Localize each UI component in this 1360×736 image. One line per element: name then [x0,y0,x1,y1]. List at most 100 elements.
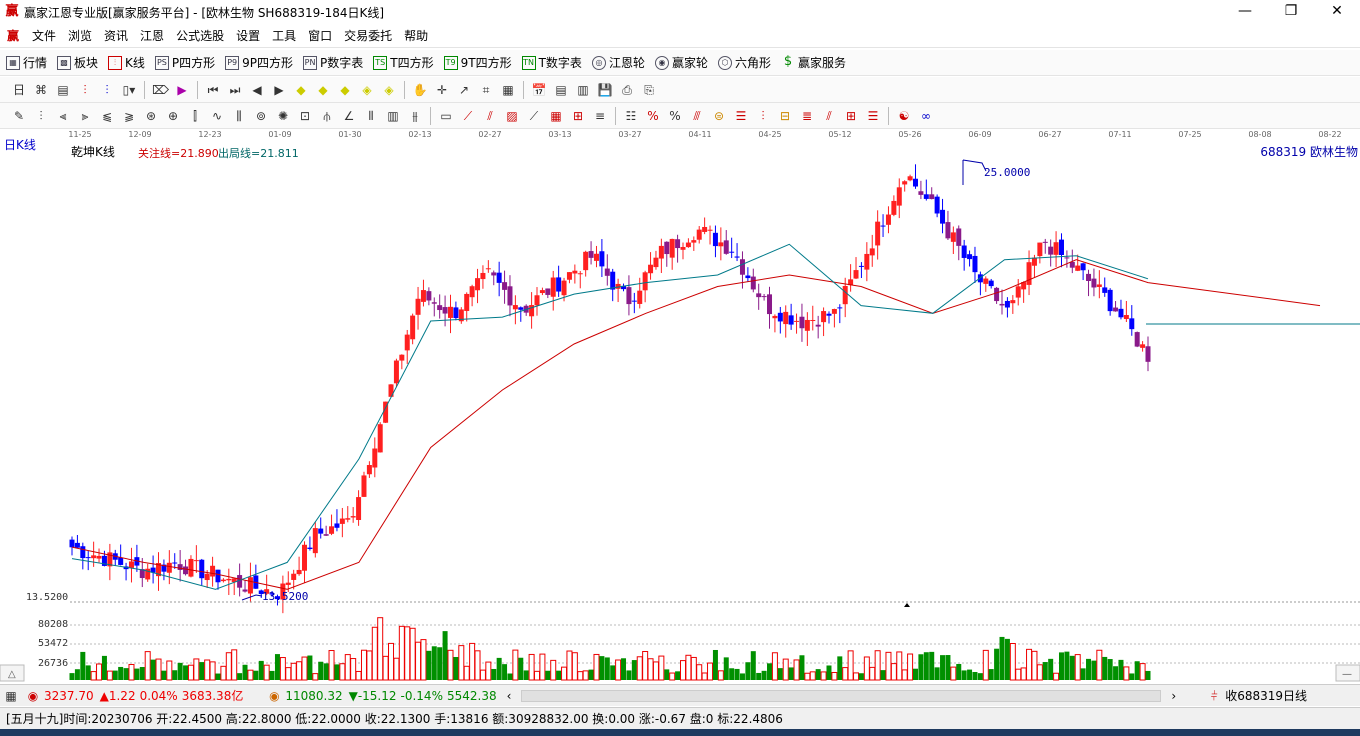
yinyang-icon[interactable]: ☯ [896,108,912,124]
zigzag-icon[interactable]: ⫽ [821,108,837,124]
menu-browse[interactable]: 浏览 [62,27,98,44]
horizontal-scrollbar[interactable] [521,689,1162,702]
grid-select-icon[interactable]: ▦ [500,82,516,98]
export-icon[interactable]: ⎘ [641,82,657,98]
gold-ratio-icon[interactable]: ⊜ [711,108,727,124]
retrace-icon[interactable]: ⊞ [843,108,859,124]
hexagon-button[interactable]: ⬡ 六角形 [712,54,775,71]
sectors-button[interactable]: ▩ 板块 [51,54,102,71]
page-icon[interactable]: ▤ [55,82,71,98]
square-target-icon[interactable]: ⊡ [297,108,313,124]
filter-icon[interactable]: ⫩ [1206,688,1222,704]
blue-candle-icon[interactable]: ⫶ [99,82,115,98]
crosshair-icon[interactable]: ✛ [434,82,450,98]
diamond-cross-icon[interactable]: ◈ [381,82,397,98]
spiral-icon[interactable]: ⊚ [253,108,269,124]
save-icon[interactable]: 💾 [597,82,613,98]
t-number-table-button[interactable]: TN T数字表 [516,54,586,71]
kline-chart[interactable]: 25.0000 13.5200 13.5200 80208 53472 2673… [0,145,1360,683]
last-icon[interactable]: ⏭ [227,82,243,98]
gann-wheel-button[interactable]: ◎ 江恩轮 [586,54,649,71]
t-square-button[interactable]: TS T四方形 [367,54,437,71]
document-icon[interactable]: ▥ [575,82,591,98]
gann-box-icon[interactable]: ⫸ [77,108,93,124]
bars-grid-icon[interactable]: ▥ [385,108,401,124]
winner-service-button[interactable]: $ 赢家服务 [775,54,850,71]
angle-icon[interactable]: ∠ [341,108,357,124]
menu-help[interactable]: 帮助 [398,27,434,44]
menu-trade[interactable]: 交易委托 [338,27,398,44]
p-number-table-button[interactable]: PN P数字表 [297,54,367,71]
next-icon[interactable]: ▶ [271,82,287,98]
menu-info[interactable]: 资讯 [98,27,134,44]
print-icon[interactable]: ⎙ [619,82,635,98]
lines-icon[interactable]: ≡ [592,108,608,124]
grid-icon[interactable]: ▦ [3,688,19,704]
trendline-icon[interactable]: ⟋ [460,108,476,124]
percent-slash-icon[interactable]: % [645,108,661,124]
fan-lines-icon[interactable]: ⫽ [482,108,498,124]
9t-square-button[interactable]: T9 9T四方形 [438,54,516,71]
scroll-right-icon[interactable]: › [1171,689,1176,703]
menu-tools[interactable]: 工具 [266,27,302,44]
diamond-right-icon[interactable]: ◆ [337,82,353,98]
time-cycle-icon[interactable]: ⫵ [407,108,423,124]
table-icon[interactable]: ▤ [553,82,569,98]
p-square-button[interactable]: PS P四方形 [149,54,219,71]
timeline-icon[interactable]: ⫛ [319,108,335,124]
diamond-up-icon[interactable]: ◆ [293,82,309,98]
menu-settings[interactable]: 设置 [230,27,266,44]
back-icon[interactable]: ⌦ [152,82,169,98]
layout-dropdown-icon[interactable]: 日▾ [11,82,27,113]
percent-icon[interactable]: % [667,108,683,124]
matrix-icon[interactable]: ▦ [548,108,564,124]
close-button[interactable]: ✕ [1314,0,1360,24]
list-icon[interactable]: ☷ [623,108,639,124]
menu-formula[interactable]: 公式选股 [170,27,230,44]
profile-icon[interactable]: ⌘ [33,82,49,98]
circle-grid-icon[interactable]: ⊕ [165,108,181,124]
diamond-grid-icon[interactable]: ◈ [359,82,375,98]
menu-gann[interactable]: 江恩 [134,27,170,44]
rect-tool-icon[interactable]: ▭ [438,108,454,124]
9p-square-button[interactable]: P9 9P四方形 [219,54,297,71]
minimize-button[interactable]: — [1222,0,1268,24]
candle-dropdown-icon[interactable]: ▯▾ [121,82,137,98]
sun-icon[interactable]: ✺ [275,108,291,124]
hatch-icon[interactable]: ▨ [504,108,520,124]
fib-icon[interactable]: ⫺ [121,108,137,124]
gann-square-icon[interactable]: ⫹ [99,108,115,124]
candle-group-icon[interactable]: ⫶ [77,82,93,98]
quotes-button[interactable]: ▦ 行情 [0,54,51,71]
gann-fan-icon[interactable]: ⫶ [33,108,49,124]
multi-bar-icon[interactable]: ⫴ [363,108,379,124]
target-levels-icon[interactable]: ≣ [799,108,815,124]
square-grid-icon[interactable]: ⊞ [570,108,586,124]
ratio-icon[interactable]: ⫻ [689,108,705,124]
menu-window[interactable]: 窗口 [302,27,338,44]
stack-icon[interactable]: ☰ [865,108,881,124]
hand-icon[interactable]: ✋ [412,82,428,98]
arc-icon[interactable]: ⊛ [143,108,159,124]
scroll-left-icon[interactable]: ‹ [507,689,512,703]
diamond-left-icon[interactable]: ◆ [315,82,331,98]
kline-button[interactable]: ⫶ K线 [102,54,149,71]
winner-wheel-button[interactable]: ◉ 赢家轮 [649,54,712,71]
infinity-icon[interactable]: ∞ [918,108,934,124]
projection-icon[interactable]: ⫶ [755,108,771,124]
menu-file[interactable]: 文件 [26,27,62,44]
gann-grid-icon[interactable]: ⫷ [55,108,71,124]
restore-button[interactable]: ❐ [1268,0,1314,24]
pencil-icon[interactable]: ✎ [11,108,27,124]
play-icon[interactable]: ▶ [174,82,190,98]
first-icon[interactable]: ⏮ [205,82,221,98]
line-tool-icon[interactable]: ↗ [456,82,472,98]
levels-icon[interactable]: ☰ [733,108,749,124]
wave-icon[interactable]: ∿ [209,108,225,124]
slope-icon[interactable]: ⟋ [526,108,542,124]
calendar-icon[interactable]: 📅 [531,82,547,98]
cycle-icon[interactable]: ⫿ [187,108,203,124]
channel-icon[interactable]: ⫼ [231,108,247,124]
pattern-icon[interactable]: ⌗ [478,82,494,98]
prev-icon[interactable]: ◀ [249,82,265,98]
